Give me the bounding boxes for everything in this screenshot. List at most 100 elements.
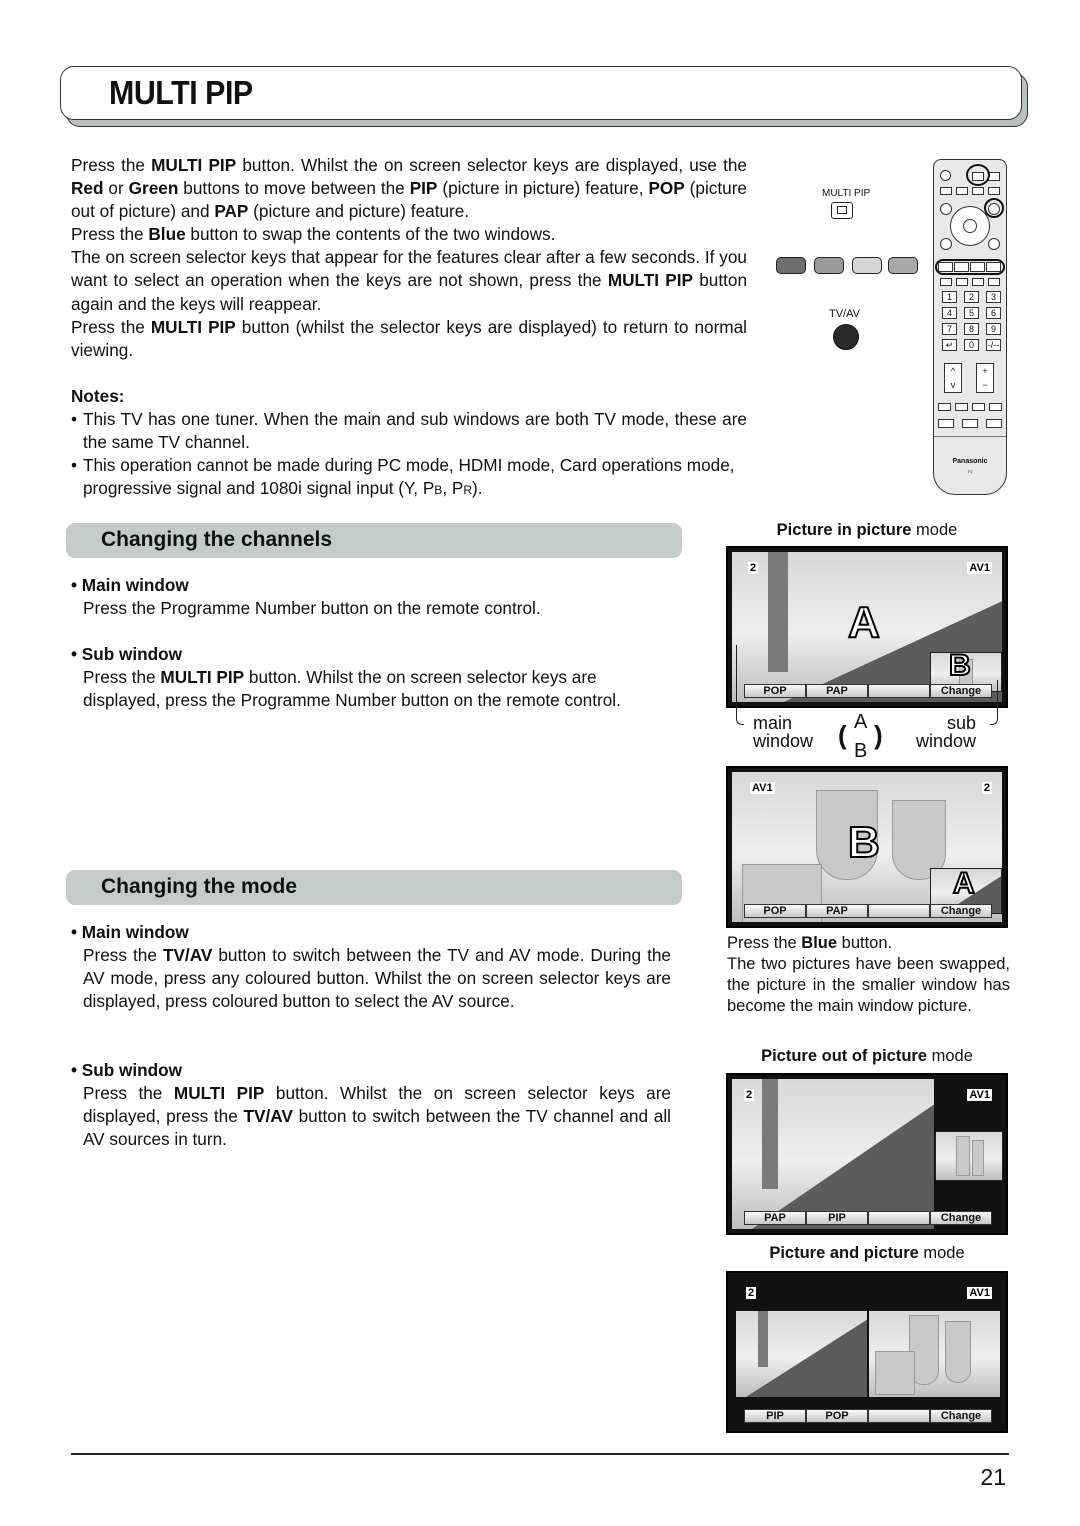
blue-button bbox=[888, 257, 918, 274]
remote-key bbox=[972, 278, 984, 286]
numpad-key: 5 bbox=[964, 307, 979, 319]
selector-key: PIP bbox=[806, 1211, 868, 1225]
source-tag: AV1 bbox=[750, 782, 775, 794]
multi-pip-button bbox=[831, 202, 853, 219]
selector-key: Change bbox=[930, 904, 992, 918]
yellow-button bbox=[852, 257, 882, 274]
main-letter: A bbox=[847, 597, 881, 648]
item-body: Press the TV/AV button to switch between… bbox=[83, 945, 671, 1012]
source-tag: AV1 bbox=[967, 562, 992, 574]
pip-icon bbox=[837, 206, 847, 214]
channel-tag: 2 bbox=[746, 1287, 757, 1299]
item-heading: • Sub window bbox=[71, 644, 183, 664]
selector-key: PAP bbox=[806, 904, 868, 918]
remote-key bbox=[955, 403, 968, 411]
main-label-2: window bbox=[753, 731, 814, 751]
remote-key bbox=[988, 278, 1000, 286]
selector-key bbox=[868, 1211, 930, 1225]
channel-tag: 2 bbox=[748, 562, 759, 574]
source-tag: AV1 bbox=[967, 1089, 992, 1101]
multi-pip-label: MULTI PIP bbox=[822, 188, 871, 199]
play-key bbox=[986, 419, 1002, 428]
swap-letter-b: B bbox=[854, 740, 868, 762]
green-button bbox=[814, 257, 844, 274]
note-text: This operation cannot be made during PC … bbox=[83, 455, 735, 499]
blue-button-caption: Press the Blue button. The two pictures … bbox=[727, 933, 1010, 1017]
swap-arrow-icon: ( bbox=[838, 720, 847, 750]
red-button bbox=[776, 257, 806, 274]
item-body: Press the MULTI PIP button. Whilst the o… bbox=[83, 1083, 671, 1150]
numpad-key: 8 bbox=[964, 323, 979, 335]
remote-control: 1 2 3 4 5 6 7 8 9 ↵ 0 -/-- ^ v + − Panasonic TV bbox=[933, 159, 1007, 495]
pip-caption: Picture in picture mode bbox=[776, 521, 958, 539]
main-window-image bbox=[732, 1079, 934, 1229]
remote-round-key bbox=[940, 238, 952, 250]
highlight-circle bbox=[966, 164, 990, 186]
remote-key bbox=[956, 278, 968, 286]
numpad-key: 4 bbox=[942, 307, 957, 319]
swap-diagram: main window A B ( ) sub window bbox=[726, 645, 1008, 770]
source-tag: AV1 bbox=[967, 1287, 992, 1299]
remote-key bbox=[972, 403, 985, 411]
pap-screen: 2 AV1 PIP POP Change bbox=[726, 1271, 1008, 1433]
sub-label-2: window bbox=[915, 731, 976, 751]
pop-screen: 2 AV1 PAP PIP Change bbox=[726, 1073, 1008, 1235]
divider bbox=[934, 436, 1006, 437]
channel-tag: 2 bbox=[744, 1089, 755, 1101]
remote-key bbox=[988, 187, 1000, 195]
notes-heading: Notes: bbox=[71, 386, 125, 406]
remote-key bbox=[940, 187, 952, 195]
brand-logo: Panasonic bbox=[952, 458, 988, 465]
selector-key: PIP bbox=[744, 1409, 806, 1423]
selector-key: Change bbox=[930, 1211, 992, 1225]
item-heading: • Main window bbox=[71, 922, 189, 942]
selector-key: POP bbox=[806, 1409, 868, 1423]
tvav-label: TV/AV bbox=[829, 308, 860, 320]
swap-letter-a: A bbox=[854, 711, 868, 733]
selector-key bbox=[868, 1409, 930, 1423]
numpad-key: 2 bbox=[964, 291, 979, 303]
pause-key bbox=[962, 419, 978, 428]
note-item: • This TV has one tuner. When the main a… bbox=[71, 408, 747, 454]
footer-divider bbox=[71, 1453, 1009, 1455]
section-title: Changing the channels bbox=[101, 528, 333, 551]
left-window-image bbox=[736, 1311, 867, 1397]
highlight-outline bbox=[935, 259, 1005, 275]
selector-keys: PAP PIP Change bbox=[744, 1211, 992, 1225]
remote-key bbox=[956, 187, 968, 195]
selector-keys: POP PAP Change bbox=[744, 904, 992, 918]
remote-round-key bbox=[988, 238, 1000, 250]
main-letter: B bbox=[847, 817, 881, 868]
note-text: This TV has one tuner. When the main and… bbox=[83, 409, 747, 453]
remote-key bbox=[938, 403, 951, 411]
power-icon bbox=[940, 170, 951, 181]
numpad-key: 1 bbox=[942, 291, 957, 303]
remote-key bbox=[972, 187, 984, 195]
title-banner: MULTI PIP bbox=[60, 66, 1022, 120]
selector-keys: PIP POP Change bbox=[744, 1409, 992, 1423]
caption-line: Press the Blue button. bbox=[727, 934, 893, 952]
selector-keys: POP PAP Change bbox=[744, 684, 992, 698]
right-window-image bbox=[869, 1311, 1000, 1397]
mode-sub-window: • Sub window Press the MULTI PIP button.… bbox=[71, 1059, 671, 1151]
section-title: Changing the mode bbox=[101, 875, 297, 898]
remote-illustration: MULTI PIP TV/AV 1 2 3 4 5 6 7 8 9 ↵ 0 -/-- ^ v + − bbox=[770, 150, 1040, 500]
selector-key bbox=[868, 684, 930, 698]
page-number: 21 bbox=[980, 1464, 1006, 1490]
channel-up-down-key: ^ v bbox=[944, 363, 962, 393]
remote-round-key bbox=[940, 203, 952, 215]
pip-screen: B A 2 AV1 POP PAP Change bbox=[726, 546, 1008, 708]
page-title: MULTI PIP bbox=[109, 74, 253, 111]
selector-key: POP bbox=[744, 684, 806, 698]
selector-key bbox=[868, 904, 930, 918]
swapped-screen: A B AV1 2 POP PAP Change bbox=[726, 766, 1008, 928]
remote-key bbox=[989, 403, 1002, 411]
selector-key: PAP bbox=[806, 684, 868, 698]
numpad-key: 0 bbox=[964, 339, 979, 351]
brand-sub: TV bbox=[967, 469, 973, 474]
channels-sub-window: • Sub window Press the MULTI PIP button.… bbox=[71, 643, 671, 712]
tvav-button bbox=[833, 324, 859, 350]
item-body: Press the Programme Number button on the… bbox=[83, 598, 541, 619]
notes: Notes: • This TV has one tuner. When the… bbox=[71, 385, 747, 502]
numpad-key: 6 bbox=[986, 307, 1001, 319]
